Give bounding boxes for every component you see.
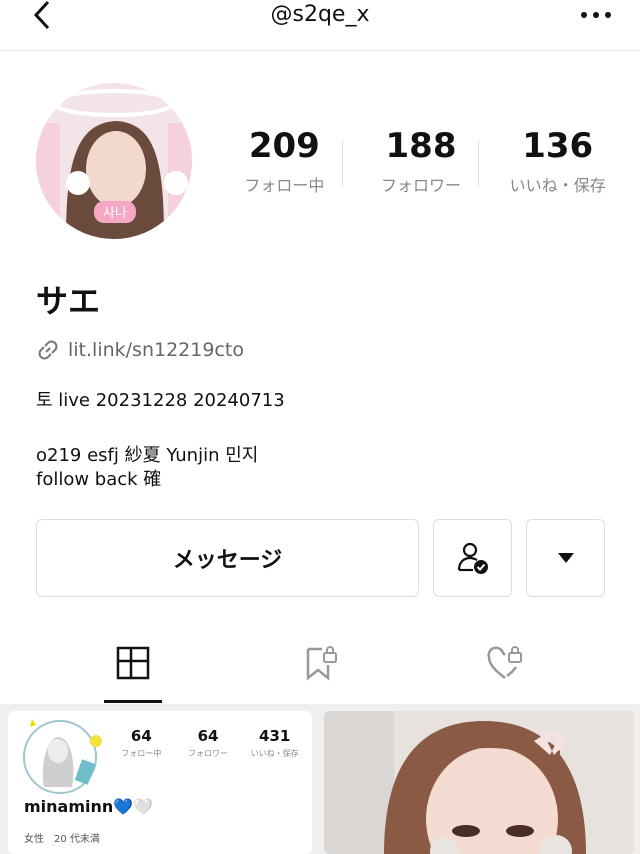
page-title: @s2qe_x xyxy=(270,2,370,27)
bookmark-lock-icon xyxy=(306,646,337,681)
following-label: フォロー中 xyxy=(244,176,325,195)
stat-likes-saves[interactable]: 136 いいね・保存 xyxy=(489,122,626,212)
following-status-button[interactable] xyxy=(433,519,512,597)
avatar[interactable]: 사나 xyxy=(36,83,192,239)
tile-following-count: 64 xyxy=(130,727,152,745)
likes-count: 136 xyxy=(522,126,594,166)
suggestions-dropdown-button[interactable] xyxy=(526,519,605,597)
stat-divider xyxy=(478,140,479,186)
stat-following[interactable]: 209 フォロー中 xyxy=(216,122,353,212)
grid-icon xyxy=(116,646,150,680)
likes-label: いいね・保存 xyxy=(509,176,606,195)
tile-stat-likes: 431 いいね・保存 xyxy=(241,727,308,759)
stat-divider xyxy=(342,140,343,186)
post-photo xyxy=(324,711,634,854)
profile-name: サエ xyxy=(36,282,101,320)
tile-meta: 女性 20 代未満 xyxy=(24,834,100,845)
tab-liked[interactable] xyxy=(465,628,545,698)
stat-followers[interactable]: 188 フォロワー xyxy=(353,122,490,212)
tile-stat-following: 64 フォロー中 xyxy=(108,727,175,759)
tile-followers-count: 64 xyxy=(197,727,219,745)
tile-stats: 64 フォロー中 64 フォロワー 431 いいね・保存 xyxy=(108,727,308,759)
tile-followers-label: フォロワー xyxy=(188,749,228,758)
tile-likes-count: 431 xyxy=(259,727,291,745)
profile-link-text: lit.link/sn12219cto xyxy=(68,339,244,361)
message-button[interactable]: メッセージ xyxy=(36,519,419,597)
bio-line: follow back 確 xyxy=(36,469,162,490)
top-bar: @s2qe_x xyxy=(0,0,640,51)
caret-down-icon xyxy=(557,553,574,563)
tile-stat-followers: 64 フォロワー xyxy=(175,727,242,759)
following-count: 209 xyxy=(248,126,320,166)
tab-saved[interactable] xyxy=(280,628,360,698)
bio-line: 토 live 20231228 20240713 xyxy=(36,390,285,411)
tile-following-label: フォロー中 xyxy=(121,749,162,758)
user-check-icon xyxy=(457,542,488,574)
tile-likes-label: いいね・保存 xyxy=(250,749,299,758)
tile-username: minaminn💙🤍 xyxy=(24,797,154,816)
post-thumbnail-avatar xyxy=(23,719,102,794)
profile-link[interactable]: lit.link/sn12219cto xyxy=(36,338,244,362)
post-tile-photo[interactable] xyxy=(324,711,634,854)
tab-posts[interactable] xyxy=(93,628,173,698)
link-icon xyxy=(38,340,58,360)
avatar-sticker-text: 사나 xyxy=(103,206,127,221)
profile-stats: 209 フォロー中 188 フォロワー 136 いいね・保存 xyxy=(216,122,626,212)
heart-lock-icon xyxy=(487,646,522,679)
more-options-icon[interactable] xyxy=(580,2,612,22)
followers-count: 188 xyxy=(385,126,457,166)
bio-line: o219 esfj 紗夏 Yunjin 민지 xyxy=(36,445,259,466)
followers-label: フォロワー xyxy=(381,176,462,195)
profile-tabs xyxy=(0,628,640,704)
post-tile[interactable]: 64 フォロー中 64 フォロワー 431 いいね・保存 minaminn💙🤍 … xyxy=(8,711,312,854)
active-tab-indicator xyxy=(104,700,162,703)
avatar-image: 사나 xyxy=(36,83,192,239)
